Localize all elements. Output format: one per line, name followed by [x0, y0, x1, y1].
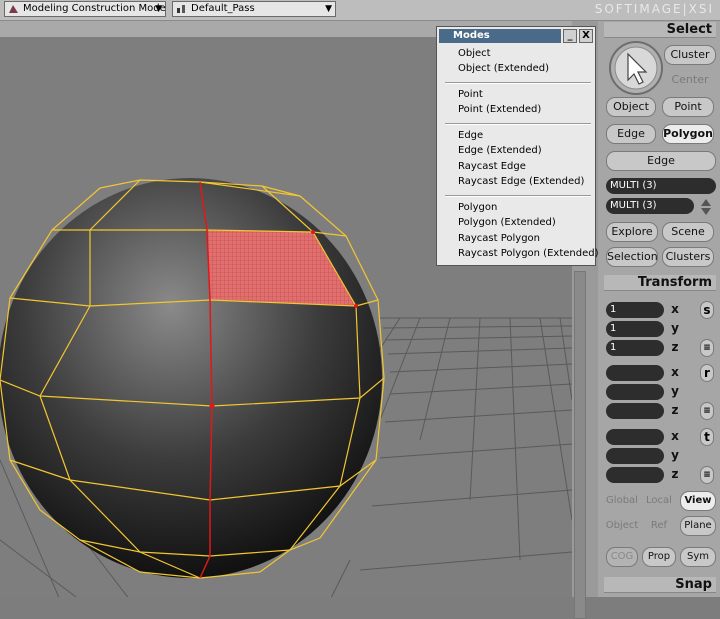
y-axis-label[interactable]: y [668, 384, 682, 398]
menu-item-point-extended[interactable]: Point (Extended) [458, 103, 541, 117]
rotate-menu-icon[interactable]: ≡ [700, 402, 714, 420]
chevron-down-icon: ▼ [155, 4, 162, 14]
scale-x-field[interactable]: 1 [606, 302, 664, 318]
select-section-title: Select [604, 22, 716, 38]
pass-icon [176, 4, 187, 14]
brand-logo: SOFTIMAGE|XSI [594, 2, 714, 16]
view-button[interactable]: View [680, 491, 716, 511]
edge-dropdown[interactable]: Edge [606, 151, 716, 171]
menu-separator [445, 82, 591, 84]
rotate-button[interactable]: r [700, 364, 714, 382]
z-axis-label[interactable]: z [668, 467, 682, 481]
y-axis-label[interactable]: y [668, 321, 682, 335]
menu-separator [445, 123, 591, 125]
menu-item-raycast-polygon[interactable]: Raycast Polygon [458, 232, 540, 246]
cluster-button[interactable]: Cluster [664, 45, 716, 65]
x-axis-label[interactable]: x [668, 429, 682, 443]
selected-point [209, 403, 215, 409]
x-axis-label[interactable]: x [668, 365, 682, 379]
translate-button[interactable]: t [700, 428, 714, 446]
menu-item-object[interactable]: Object [458, 47, 491, 61]
cog-button[interactable]: COG [606, 547, 638, 567]
scrollbar-thumb[interactable] [574, 271, 586, 619]
translate-menu-icon[interactable]: ≡ [700, 466, 714, 484]
sym-button[interactable]: Sym [680, 547, 716, 567]
prop-button[interactable]: Prop [642, 547, 676, 567]
translate-z-field[interactable] [606, 467, 664, 483]
close-button[interactable]: X [579, 29, 593, 43]
modes-menu: Modes _ X Object Object (Extended) Point… [436, 26, 598, 266]
modes-menu-title[interactable]: Modes [439, 29, 561, 43]
polygon-button[interactable]: Polygon [662, 124, 714, 144]
transform-section-title: Transform [604, 275, 716, 291]
pass-label: Default_Pass [191, 3, 255, 14]
mode-icon [8, 4, 19, 14]
z-axis-label[interactable]: z [668, 340, 682, 354]
object-button[interactable]: Object [606, 97, 656, 117]
cursor-arrow-icon [609, 41, 663, 95]
clusters-button[interactable]: Clusters [662, 247, 714, 267]
edge-button[interactable]: Edge [606, 124, 656, 144]
object-ref-button[interactable]: Object [604, 517, 640, 537]
chevron-down-icon: ▼ [325, 4, 332, 14]
global-button[interactable]: Global [604, 492, 640, 512]
select-tool-button[interactable] [608, 40, 664, 96]
rotate-z-field[interactable] [606, 403, 664, 419]
menu-item-raycast-edge-extended[interactable]: Raycast Edge (Extended) [458, 175, 584, 189]
y-axis-label[interactable]: y [668, 448, 682, 462]
explore-button[interactable]: Explore [606, 222, 658, 242]
ref-button[interactable]: Ref [642, 517, 676, 537]
menu-item-point[interactable]: Point [458, 88, 483, 102]
selected-point [354, 304, 358, 308]
snap-section-title: Snap [604, 577, 716, 593]
x-axis-label[interactable]: x [668, 302, 682, 316]
z-axis-label[interactable]: z [668, 403, 682, 417]
construction-mode-combo[interactable]: Modeling Construction Mode ▼ [4, 1, 166, 17]
polygon-sphere[interactable] [0, 178, 385, 579]
menu-item-object-extended[interactable]: Object (Extended) [458, 62, 549, 76]
top-toolbar: Modeling Construction Mode ▼ Default_Pas… [0, 0, 720, 21]
plane-button[interactable]: Plane [680, 516, 716, 536]
construction-mode-label: Modeling Construction Mode [23, 3, 166, 14]
selection-field[interactable]: MULTI (3) [606, 198, 694, 214]
translate-x-field[interactable] [606, 429, 664, 445]
menu-item-edge-extended[interactable]: Edge (Extended) [458, 144, 542, 158]
menu-item-raycast-polygon-extended[interactable]: Raycast Polygon (Extended) [458, 247, 598, 261]
translate-y-field[interactable] [606, 448, 664, 464]
local-button[interactable]: Local [642, 492, 676, 512]
point-button[interactable]: Point [662, 97, 714, 117]
menu-separator [445, 195, 591, 197]
scale-menu-icon[interactable]: ≡ [700, 339, 714, 357]
scale-y-field[interactable]: 1 [606, 321, 664, 337]
selected-point [311, 230, 315, 234]
stepper-icon[interactable] [699, 197, 713, 217]
minimize-button[interactable]: _ [563, 29, 577, 43]
rotate-y-field[interactable] [606, 384, 664, 400]
scale-z-field[interactable]: 1 [606, 340, 664, 356]
scene-button[interactable]: Scene [662, 222, 714, 242]
menu-item-raycast-edge[interactable]: Raycast Edge [458, 160, 526, 174]
selection-button[interactable]: Selection [606, 247, 658, 267]
menu-item-polygon-extended[interactable]: Polygon (Extended) [458, 216, 556, 230]
menu-item-edge[interactable]: Edge [458, 129, 483, 143]
selection-field[interactable]: MULTI (3) [606, 178, 716, 194]
tool-panel: Select Cluster Center Object Point Edge … [598, 21, 720, 597]
pass-combo[interactable]: Default_Pass ▼ [172, 1, 336, 17]
menu-item-polygon[interactable]: Polygon [458, 201, 497, 215]
rotate-x-field[interactable] [606, 365, 664, 381]
scale-button[interactable]: s [700, 301, 714, 319]
center-button[interactable]: Center [664, 71, 716, 91]
